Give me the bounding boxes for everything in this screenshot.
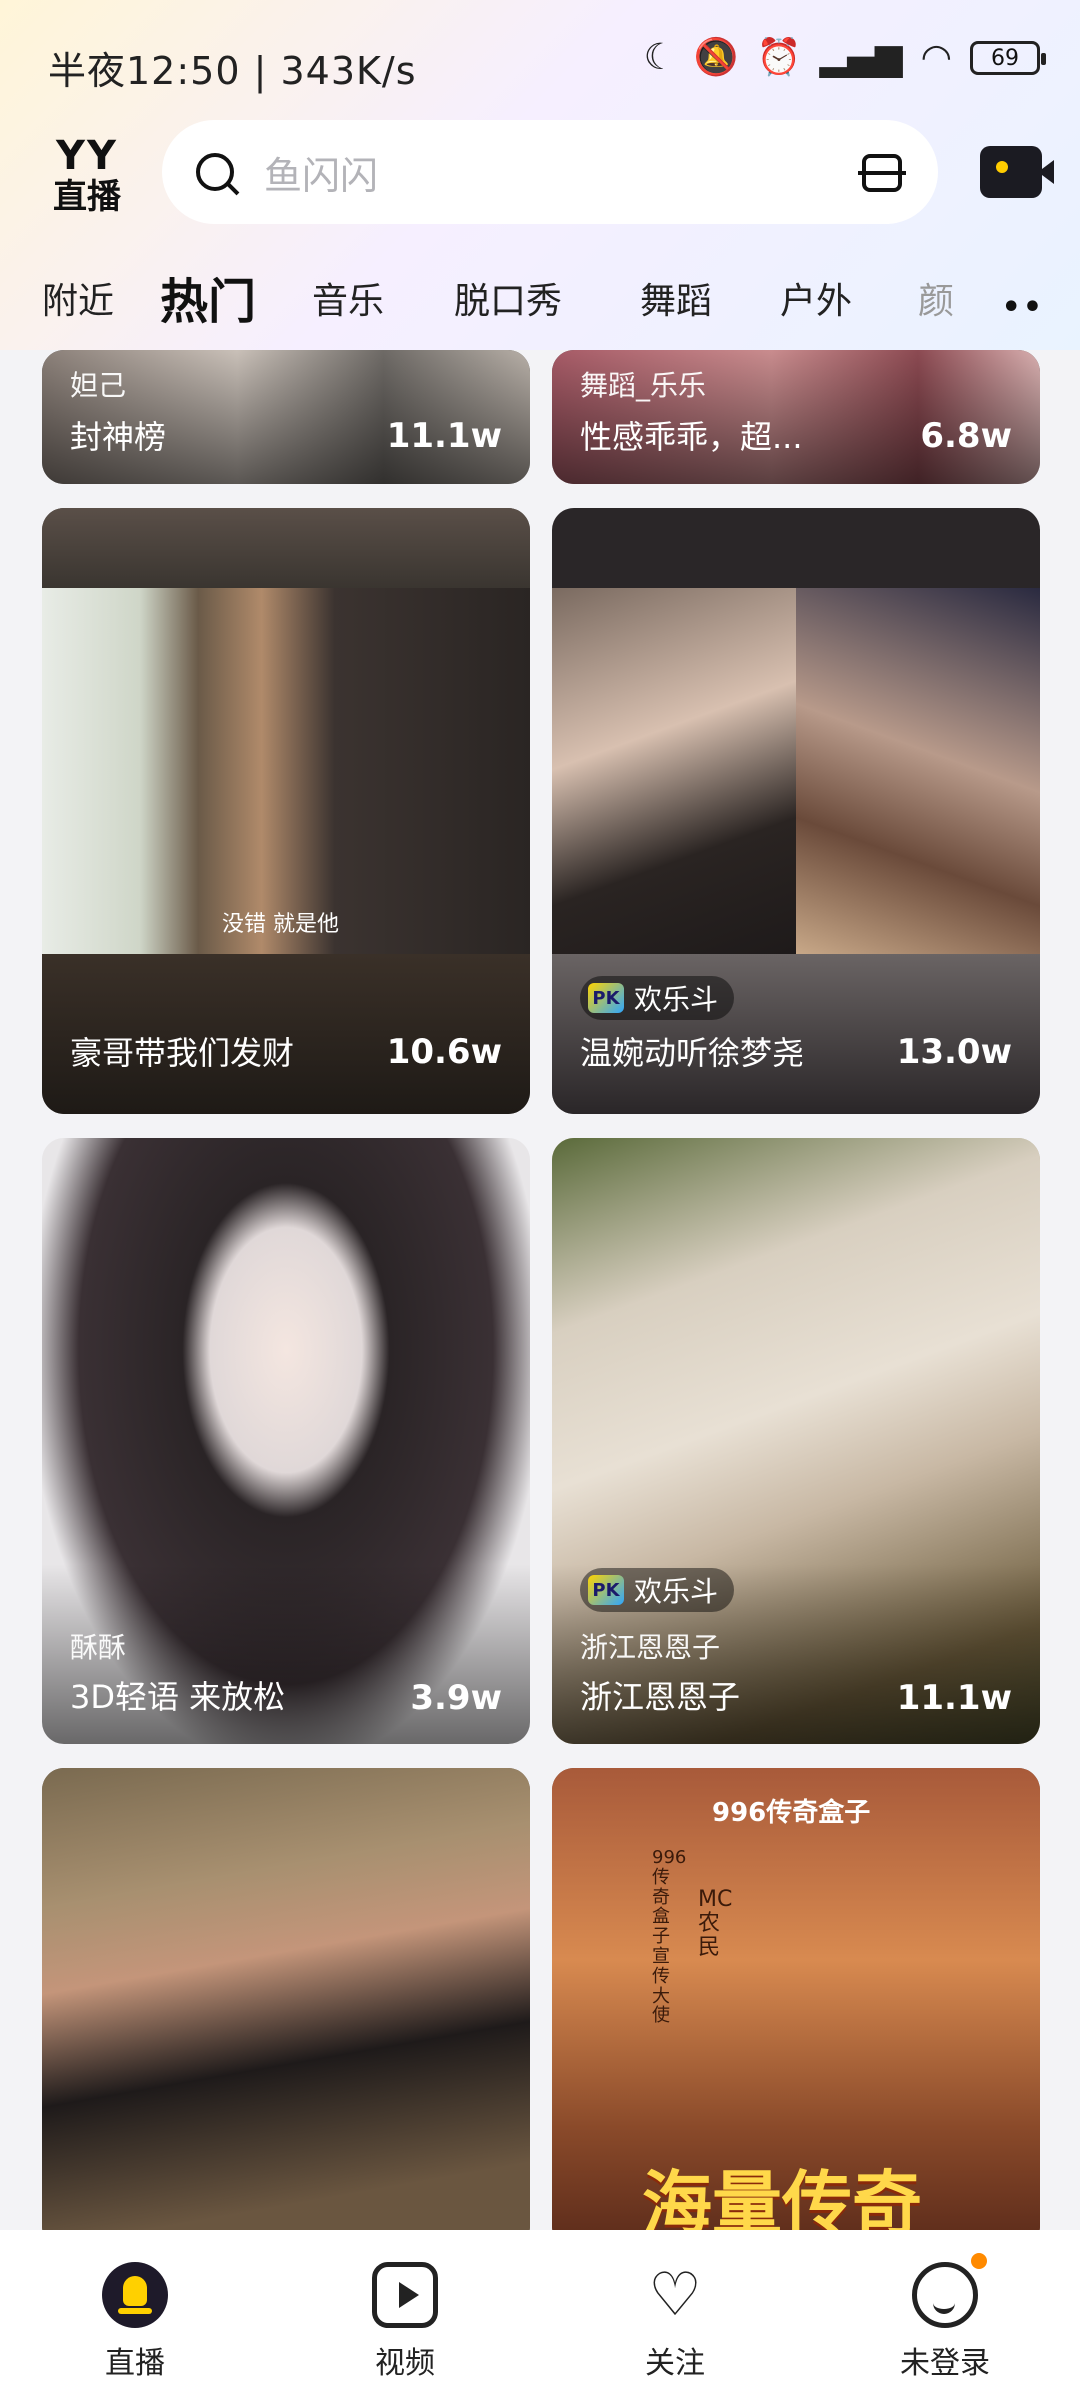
bottom-nav: 直播 视频 ♡ 关注 未登录 [0,2230,1080,2400]
user-icon [912,2253,987,2328]
card-thumbnail-left [552,588,796,954]
live-card[interactable] [42,1768,530,2230]
card-title: 性感乖乖，超... [580,418,803,456]
tab-music[interactable]: 音乐 [312,272,384,324]
search-icon [196,153,234,191]
card-viewer-count: 3.9w [410,1678,502,1718]
search-placeholder: 鱼闪闪 [264,153,379,198]
scan-icon[interactable] [858,154,906,192]
wifi-icon: ◠ [920,37,952,78]
search-bar[interactable]: 鱼闪闪 [162,120,938,224]
video-icon [372,2262,438,2328]
status-icons: ☾ 🔕 ⏰ ▂▄▆ ◠ 69 [643,37,1046,78]
notification-dot [971,2253,987,2269]
signal-icon: ▂▄▆ [819,37,903,78]
battery-icon: 69 [970,41,1046,75]
tab-talk-show[interactable]: 脱口秀 [454,272,562,324]
live-card[interactable]: 996传奇盒子 996传奇盒子宣传大使 MC农民 海量传奇 [552,1768,1040,2230]
nav-follow[interactable]: ♡ 关注 [540,2230,810,2400]
poster-name: MC农民 [698,1887,733,1961]
card-streamer-name: 舞蹈_乐乐 [580,369,707,402]
card-title: 豪哥带我们发财 [70,1034,295,1072]
card-title: 温婉动听徐梦尧 [580,1034,805,1072]
pk-badge: PK 欢乐斗 [580,1568,735,1612]
status-time: 半夜12:50 | 343K/s [48,49,417,93]
card-streamer-name: 酥酥 [70,1631,127,1664]
tab-hot[interactable]: 热门 [160,262,256,332]
live-feed[interactable]: 妲己 封神榜 11.1w 舞蹈_乐乐 性感乖乖，超... 6.8w 没错 就是他… [0,350,1080,2230]
card-title: 3D轻语 来放松 [70,1678,286,1716]
bell-off-icon: 🔕 [693,37,739,78]
nav-label: 关注 [645,2346,705,2381]
yy-live-logo[interactable]: YY 直播 [42,130,132,220]
heart-icon: ♡ [648,2260,702,2330]
more-tabs-icon[interactable]: •• [1002,290,1044,325]
pk-logo-icon: PK [588,1575,624,1605]
live-card[interactable]: 舞蹈_乐乐 性感乖乖，超... 6.8w [552,350,1040,484]
badge-label: 欢乐斗 [634,1575,719,1608]
status-bar: 半夜12:50 | 343K/s ☾ 🔕 ⏰ ▂▄▆ ◠ 69 [0,0,1080,130]
live-card[interactable]: 妲己 封神榜 11.1w [42,350,530,484]
nav-profile[interactable]: 未登录 [810,2230,1080,2400]
card-viewer-count: 11.1w [896,1678,1012,1718]
card-viewer-count: 13.0w [896,1032,1012,1072]
moon-icon: ☾ [643,37,676,78]
card-title: 封神榜 [70,418,167,456]
live-card[interactable]: PK 欢乐斗 浙江恩恩子 浙江恩恩子 11.1w [552,1138,1040,1744]
card-thumbnail [42,588,530,954]
nav-label: 未登录 [900,2346,990,2381]
tab-dance[interactable]: 舞蹈 [640,272,712,324]
card-viewer-count: 6.8w [920,416,1012,456]
card-title: 浙江恩恩子 [580,1678,741,1716]
video-subtitle: 没错 就是他 [222,912,339,937]
category-tabs: 附近 热门 音乐 脱口秀 舞蹈 户外 颜 •• [0,260,1080,340]
nav-label: 视频 [375,2346,435,2381]
pk-badge: PK 欢乐斗 [580,976,735,1020]
pk-logo-icon: PK [588,983,624,1013]
live-card[interactable]: PK 欢乐斗 温婉动听徐梦尧 13.0w [552,508,1040,1114]
tab-nearby[interactable]: 附近 [42,272,114,324]
live-card[interactable]: 酥酥 3D轻语 来放松 3.9w [42,1138,530,1744]
nav-video[interactable]: 视频 [270,2230,540,2400]
card-thumbnail [42,1768,530,2230]
nav-live[interactable]: 直播 [0,2230,270,2400]
poster-headline: 海量传奇 [642,2163,922,2230]
start-live-camera-icon[interactable] [980,146,1054,198]
logo-text-top: YY [56,133,118,179]
badge-label: 欢乐斗 [634,983,719,1016]
card-thumbnail-right [796,588,1040,954]
card-viewer-count: 11.1w [386,416,502,456]
poster-brand: 996传奇盒子 [712,1798,871,1828]
tab-outdoor[interactable]: 户外 [780,272,852,324]
nav-label: 直播 [105,2346,165,2381]
poster-vertical-text: 996传奇盒子宣传大使 [652,1847,687,2027]
live-card[interactable]: 没错 就是他 豪哥带我们发财 10.6w [42,508,530,1114]
alarm-icon: ⏰ [756,37,802,78]
card-streamer-name: 浙江恩恩子 [580,1631,721,1664]
logo-text-bottom: 直播 [53,177,121,217]
card-viewer-count: 10.6w [386,1032,502,1072]
tab-appearance[interactable]: 颜 [918,272,954,324]
card-streamer-name: 妲己 [70,369,127,402]
live-icon [102,2262,168,2328]
